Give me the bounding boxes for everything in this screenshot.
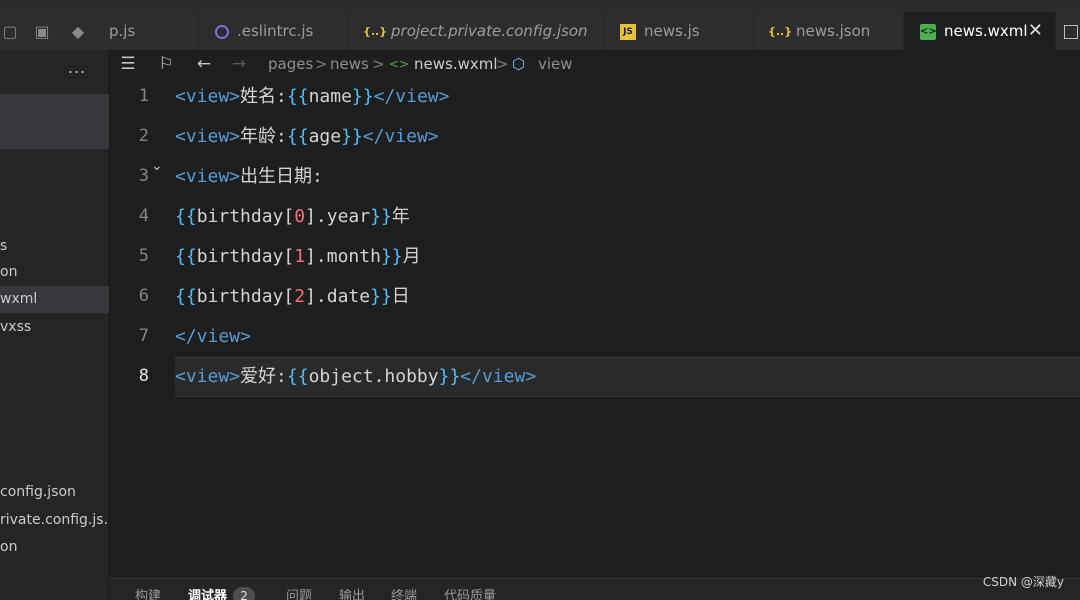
more-actions-button[interactable]: ... <box>62 58 92 78</box>
selected-folder-row[interactable] <box>0 94 109 149</box>
code-line: <view>爱好:{{object.hobby}}</view> <box>175 366 537 387</box>
file-item[interactable]: config.json <box>0 479 109 506</box>
line-number: 3 <box>138 166 149 186</box>
line-number: 6 <box>138 286 149 306</box>
tab-label: p.js <box>109 22 136 40</box>
tab-label: project.private.config.json <box>391 22 588 40</box>
file-item[interactable]: on <box>0 534 109 561</box>
forward-icon[interactable]: → <box>228 50 250 78</box>
code-line: <view>年龄:{{age}}</view> <box>175 126 439 147</box>
bookmark-icon[interactable]: ⚐ <box>155 50 177 78</box>
file-item[interactable]: vxss <box>0 314 109 341</box>
breadcrumb-item-file[interactable]: news.wxml <box>414 50 498 78</box>
code-line: {{birthday[1].month}}月 <box>175 246 421 267</box>
save-icon[interactable]: ▣ <box>32 22 52 42</box>
line-number: 2 <box>138 126 149 146</box>
tab-label: news.js <box>644 22 700 40</box>
explorer-sidebar: ▢ ▣ ◆ ... s on wxml vxss config.json riv… <box>0 12 109 600</box>
tab-label: .eslintrc.js <box>237 22 314 40</box>
tab-project-private-config[interactable]: {..} project.private.config.json <box>349 12 604 50</box>
json-icon: {..} <box>363 24 388 38</box>
line-number: 1 <box>138 86 149 106</box>
file-item[interactable]: rivate.config.js... <box>0 507 109 534</box>
docker-icon[interactable]: ◆ <box>68 22 88 42</box>
split-editor-icon[interactable] <box>1056 12 1080 50</box>
js-icon: JS <box>620 23 636 40</box>
tab-debugger[interactable]: 调试器 2 <box>188 585 256 600</box>
tab-code-quality[interactable]: 代码质量 <box>444 585 496 600</box>
outline-icon[interactable]: ☰ <box>117 50 139 78</box>
breadcrumb-item-view[interactable]: view <box>538 50 573 78</box>
line-number: 5 <box>138 246 149 266</box>
bottom-panel-tabs: 构建 调试器 2 问题 输出 终端 代码质量 <box>109 578 1080 600</box>
breadcrumb: ☰ ⚐ ← → pages > news > <> news.wxml > ⬡ … <box>109 50 1080 78</box>
watermark: CSDN @深藏y <box>982 575 1064 589</box>
line-number-current: 8 <box>138 366 149 386</box>
eslint-icon <box>215 24 229 39</box>
sidebar-toolbar: ▢ ▣ ◆ <box>0 12 109 50</box>
tab-app-js[interactable]: p.js <box>109 12 199 50</box>
breadcrumb-item-news[interactable]: news <box>330 50 369 78</box>
file-item[interactable]: on <box>0 259 109 286</box>
tab-problems[interactable]: 问题 <box>286 585 312 600</box>
tab-label: news.json <box>796 22 871 40</box>
fold-chevron-icon[interactable]: ⌄ <box>151 158 163 174</box>
code-line: </view> <box>175 326 251 347</box>
tab-debugger-label: 调试器 <box>188 589 228 600</box>
tab-build[interactable]: 构建 <box>135 585 161 600</box>
back-icon[interactable]: ← <box>193 50 215 78</box>
code-line: {{birthday[2].date}}日 <box>175 286 410 307</box>
tab-news-js[interactable]: JS news.js <box>604 12 754 50</box>
wxml-icon: <> <box>920 23 937 40</box>
code-line: {{birthday[0].year}}年 <box>175 206 410 227</box>
line-number: 7 <box>138 326 149 346</box>
code-editor[interactable]: 1 2 3 ⌄ 4 5 6 7 8 <view>姓名:{{name}}</vie… <box>109 78 1080 578</box>
code-line: <view>出生日期: <box>175 166 323 187</box>
breadcrumb-separator: > <box>496 55 509 73</box>
close-icon[interactable]: ✕ <box>1028 12 1043 50</box>
cube-icon: ⬡ <box>512 55 526 73</box>
tab-terminal[interactable]: 终端 <box>391 585 417 600</box>
tab-news-json[interactable]: {..} news.json <box>754 12 904 50</box>
json-icon: {..} <box>768 24 793 38</box>
editor-tab-bar: p.js .eslintrc.js {..} project.private.co… <box>109 12 1080 50</box>
tab-label: news.wxml <box>944 22 1028 40</box>
breadcrumb-separator: > <box>372 55 385 73</box>
tab-news-wxml[interactable]: <> news.wxml ✕ <box>904 12 1056 50</box>
tab-output[interactable]: 输出 <box>339 585 365 600</box>
code-line: <view>姓名:{{name}}</view> <box>175 86 450 107</box>
menu-strip <box>0 0 1080 12</box>
file-item[interactable]: s <box>0 233 109 260</box>
breadcrumb-item-pages[interactable]: pages <box>268 50 313 78</box>
components-icon[interactable]: ▢ <box>0 22 20 42</box>
line-number: 4 <box>138 206 149 226</box>
file-item-active[interactable]: wxml <box>0 286 109 313</box>
debugger-count-badge: 2 <box>233 587 256 600</box>
breadcrumb-separator: > <box>315 55 328 73</box>
tab-eslintrc[interactable]: .eslintrc.js <box>199 12 349 50</box>
wxml-icon: <> <box>389 57 410 71</box>
